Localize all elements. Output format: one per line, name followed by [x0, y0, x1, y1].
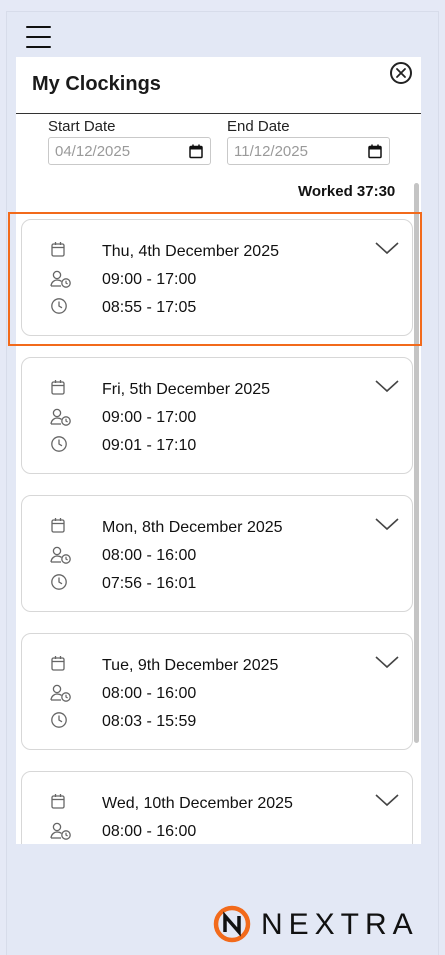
start-date-label: Start Date — [48, 118, 116, 135]
clock-icon — [50, 297, 70, 317]
start-date-value: 04/12/2025 — [55, 143, 131, 160]
clocking-card[interactable]: Mon, 8th December 2025 08:00 - 16:00 07:56… — [21, 495, 413, 612]
actual-time: 09:01 - 17:10 — [102, 437, 197, 454]
nextra-logo-icon — [213, 905, 251, 943]
clocking-date: Tue, 9th December 2025 — [102, 657, 279, 674]
chevron-down-icon[interactable] — [374, 654, 400, 675]
scheduled-time: 09:00 - 17:00 — [102, 409, 197, 426]
scheduled-time: 08:00 - 16:00 — [102, 823, 197, 840]
actual-time: 08:55 - 17:05 — [102, 299, 197, 316]
chevron-down-icon[interactable] — [374, 378, 400, 399]
nextra-logo: NEXTRA — [213, 905, 425, 943]
actual-time: 08:03 - 15:59 — [102, 713, 197, 730]
clocking-card[interactable]: Thu, 4th December 2025 09:00 - 17:00 08:55… — [21, 219, 413, 336]
calendar-icon[interactable] — [368, 144, 382, 159]
scheduled-time: 08:00 - 16:00 — [102, 547, 197, 564]
start-date-input[interactable]: 04/12/2025 — [48, 137, 211, 165]
user-clock-icon — [50, 683, 71, 703]
calendar-icon[interactable] — [189, 144, 203, 159]
end-date-label: End Date — [227, 118, 290, 135]
end-date-input[interactable]: 11/12/2025 — [227, 137, 390, 165]
scheduled-time: 09:00 - 17:00 — [102, 271, 197, 288]
user-clock-icon — [50, 269, 71, 289]
user-clock-icon — [50, 407, 71, 427]
user-clock-icon — [50, 821, 71, 841]
end-date-value: 11/12/2025 — [234, 143, 308, 160]
calendar-icon — [50, 517, 70, 537]
calendar-icon — [50, 655, 70, 675]
clock-icon — [50, 573, 70, 593]
clock-icon — [50, 435, 70, 455]
chevron-down-icon[interactable] — [374, 792, 400, 813]
clock-icon — [50, 711, 70, 731]
header-divider — [16, 113, 421, 114]
brand-name: NEXTRA — [261, 908, 419, 941]
clocking-date: Fri, 5th December 2025 — [102, 381, 271, 398]
scrollbar[interactable] — [414, 183, 419, 743]
close-icon[interactable] — [390, 62, 412, 84]
calendar-icon — [50, 379, 70, 399]
clocking-date: Mon, 8th December 2025 — [102, 519, 283, 536]
calendar-icon — [50, 241, 70, 261]
chevron-down-icon[interactable] — [374, 516, 400, 537]
clocking-date: Thu, 4th December 2025 — [102, 243, 279, 260]
page-title: My Clockings — [32, 73, 161, 95]
scheduled-time: 08:00 - 16:00 — [102, 685, 197, 702]
clocking-card[interactable]: Tue, 9th December 2025 08:00 - 16:00 08:03… — [21, 633, 413, 750]
worked-total: Worked 37:30 — [298, 183, 396, 200]
calendar-icon — [50, 793, 70, 813]
clockings-panel: My Clockings Start Date 04/12/2025 End D… — [16, 57, 421, 844]
hamburger-menu-icon[interactable] — [26, 25, 51, 49]
clocking-date: Wed, 10th December 2025 — [102, 795, 293, 812]
clocking-card[interactable]: Fri, 5th December 2025 09:00 - 17:00 09:01… — [21, 357, 413, 474]
actual-time: 07:56 - 16:01 — [102, 575, 197, 592]
chevron-down-icon[interactable] — [374, 240, 400, 261]
clocking-card[interactable]: Wed, 10th December 2025 08:00 - 16:00 — [21, 771, 413, 844]
user-clock-icon — [50, 545, 71, 565]
